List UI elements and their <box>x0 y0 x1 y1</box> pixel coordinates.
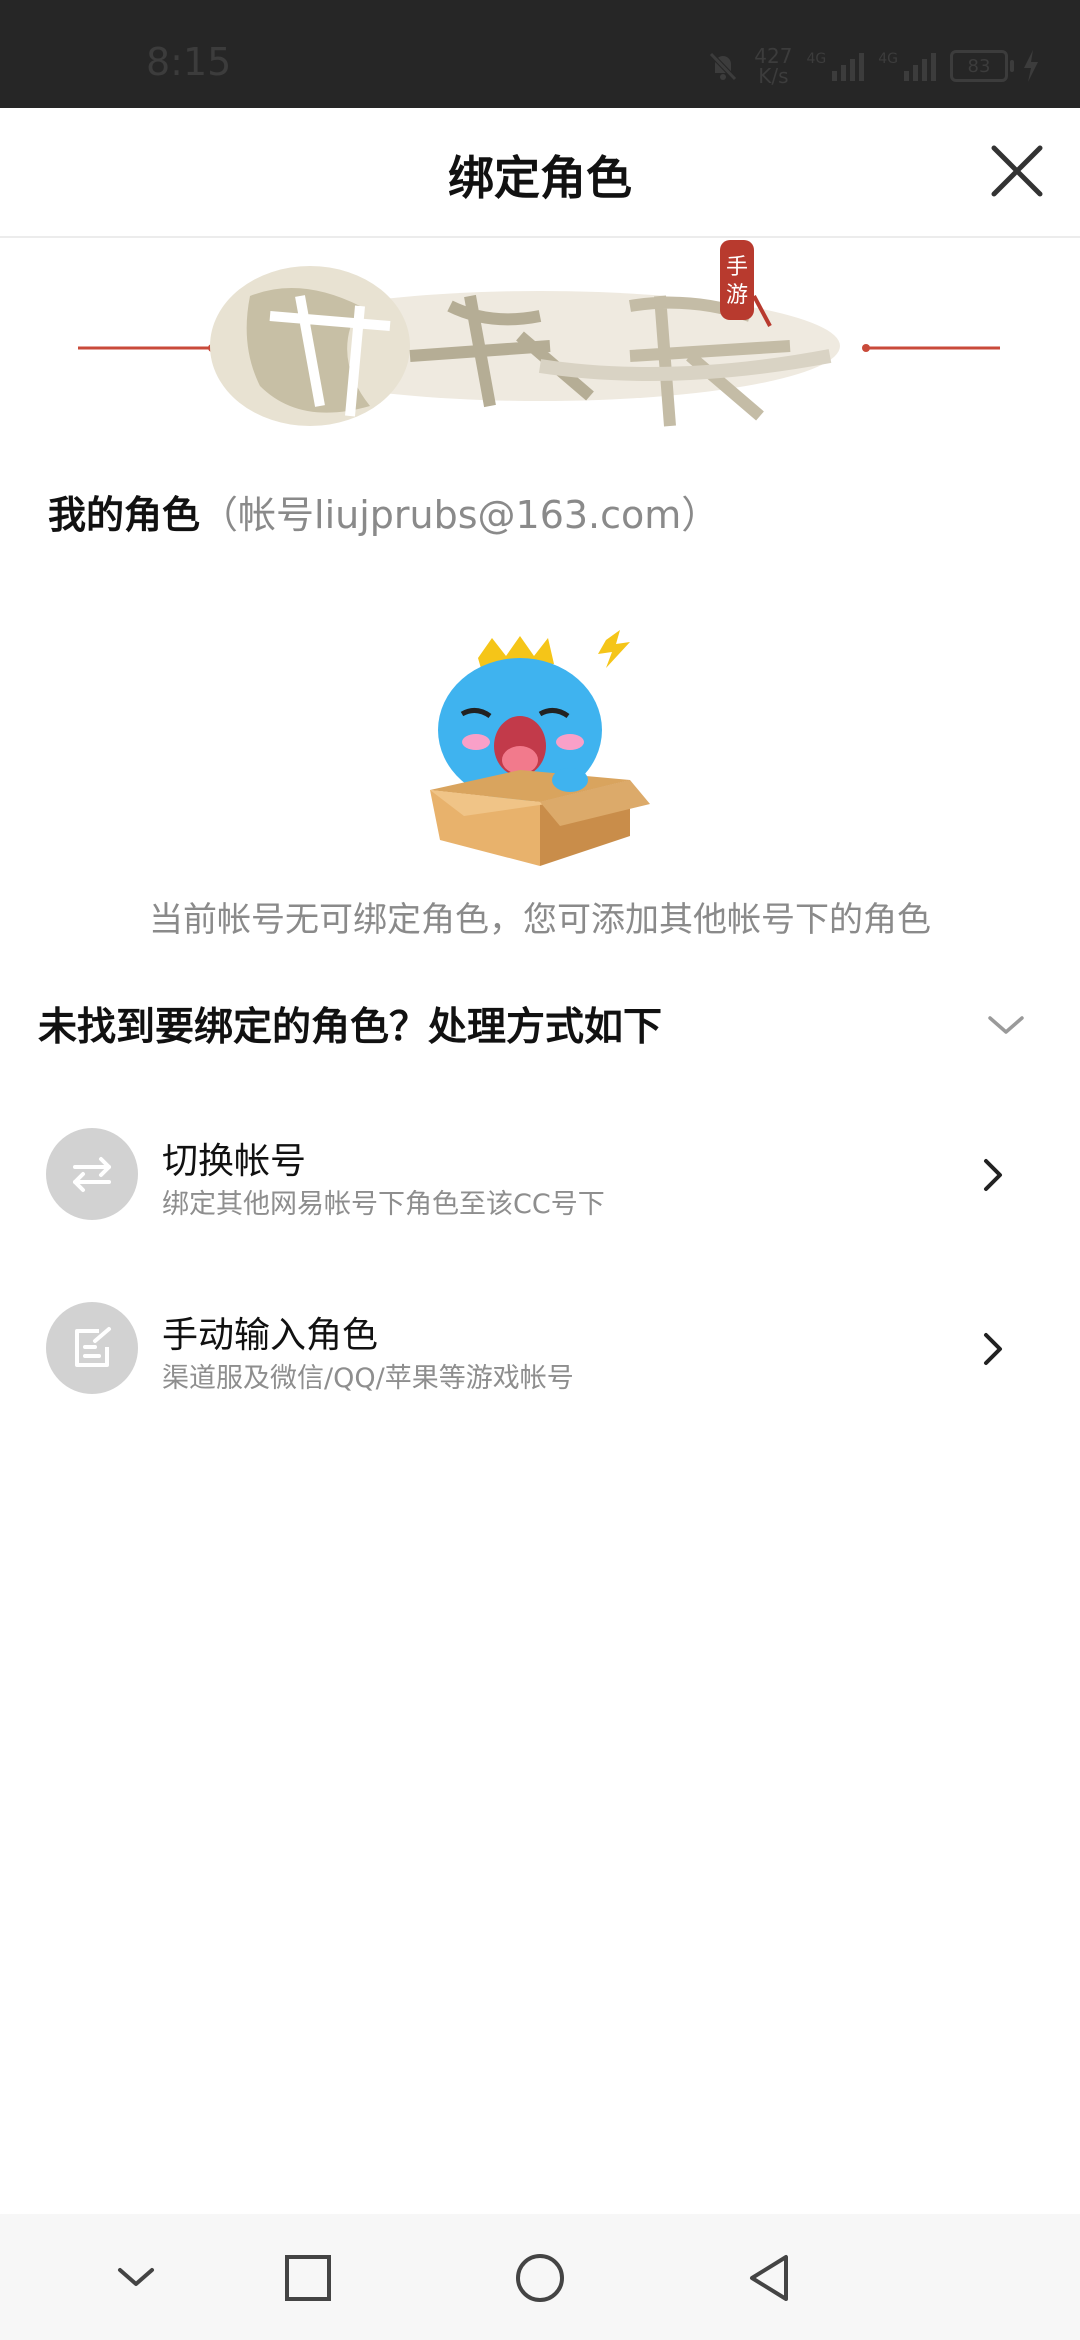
nav-home-icon[interactable] <box>514 2252 566 2304</box>
manual-input-role-option[interactable]: 手动输入角色 渠道服及微信/QQ/苹果等游戏帐号 <box>46 1300 1006 1396</box>
network-type-1: 4G <box>806 51 827 67</box>
system-navigation-bar <box>0 2214 1080 2340</box>
signal-1-icon: 4G <box>806 51 865 81</box>
switch-account-option[interactable]: 切换帐号 绑定其他网易帐号下角色至该CC号下 <box>46 1126 1006 1222</box>
option-title: 切换帐号 <box>162 1141 307 1182</box>
edit-note-icon <box>46 1302 138 1394</box>
game-logo-banner: 手 游 <box>78 240 1000 427</box>
signal-2-icon: 4G <box>878 51 936 81</box>
svg-text:游: 游 <box>726 283 748 308</box>
chevron-right-icon <box>984 1159 1002 1191</box>
nav-recents-icon[interactable] <box>282 2252 334 2304</box>
chevron-down-icon <box>988 1016 1024 1034</box>
mute-bell-icon <box>709 52 738 81</box>
chevron-right-icon <box>984 1333 1002 1365</box>
my-roles-heading: 我的角色（帐号liujprubs@163.com） <box>48 484 719 539</box>
empty-state-message: 当前帐号无可绑定角色，您可添加其他帐号下的角色 <box>149 900 931 940</box>
option-subtitle: 绑定其他网易帐号下角色至该CC号下 <box>162 1189 605 1220</box>
nav-back-icon[interactable] <box>744 2252 796 2304</box>
speed-value: 427 <box>754 44 793 68</box>
close-icon[interactable] <box>988 142 1046 200</box>
charging-bolt-icon <box>1024 50 1038 82</box>
speed-unit: K/s <box>758 64 789 88</box>
status-icons: 427 K/s 4G 4G 83 <box>706 38 1040 94</box>
status-bar: 8:15 427 K/s 4G 4G 83 <box>0 0 1080 108</box>
svg-text:手: 手 <box>726 255 748 280</box>
sad-mascot-box-illustration <box>430 630 650 866</box>
switch-arrows-icon <box>46 1128 138 1220</box>
option-subtitle: 渠道服及微信/QQ/苹果等游戏帐号 <box>162 1363 574 1394</box>
page-title: 绑定角色 <box>448 151 632 205</box>
network-type-2: 4G <box>878 51 898 67</box>
battery-icon: 83 <box>950 50 1014 82</box>
option-title: 手动输入角色 <box>162 1315 379 1356</box>
status-time: 8:15 <box>146 40 232 84</box>
account-email: （帐号liujprubs@163.com） <box>200 493 720 537</box>
help-section-toggle[interactable]: 未找到要绑定的角色？处理方式如下 <box>38 996 1042 1056</box>
my-roles-label: 我的角色 <box>48 493 201 537</box>
network-speed: 427 K/s <box>754 46 792 86</box>
page-header: 绑定角色 <box>0 108 1080 238</box>
help-title: 未找到要绑定的角色？处理方式如下 <box>38 1005 663 1050</box>
battery-level: 83 <box>967 55 991 77</box>
nav-collapse-icon[interactable] <box>110 2252 162 2304</box>
